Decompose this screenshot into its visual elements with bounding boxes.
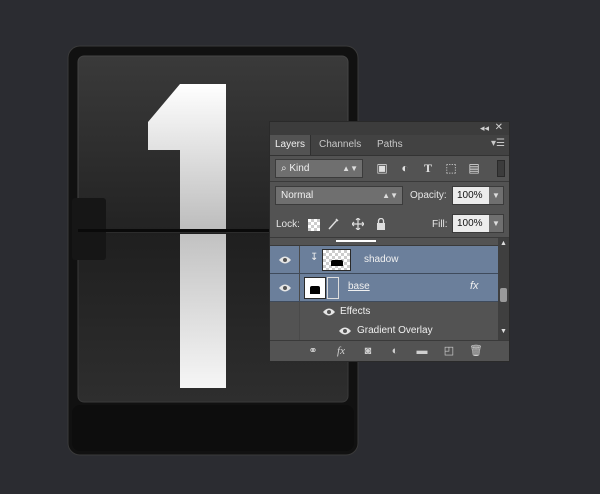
- panel-tabs: Layers Channels Paths ▾☰: [270, 135, 509, 156]
- layers-panel: ◂◂ ✕ Layers Channels Paths ▾☰ ⌕ Kind ▲▼ …: [269, 121, 510, 362]
- layers-scrollbar[interactable]: ▲ ▼: [498, 238, 509, 340]
- image-filter-icon[interactable]: ▣: [374, 160, 390, 176]
- link-layers-icon[interactable]: ⚭: [306, 344, 320, 358]
- divider: [270, 181, 509, 182]
- blend-mode-select[interactable]: Normal ▲▼: [275, 186, 403, 205]
- scroll-down-icon[interactable]: ▼: [500, 328, 507, 335]
- effects-row[interactable]: Effects: [270, 302, 498, 321]
- layer-row-partial[interactable]: [270, 238, 498, 246]
- effect-row-gradient-overlay[interactable]: Gradient Overlay: [270, 321, 498, 340]
- smart-object-filter-icon[interactable]: ▤: [466, 160, 482, 176]
- layers-list: ↧ shadow base fx Effects Gradient Overla…: [270, 238, 498, 340]
- eye-icon[interactable]: [322, 307, 336, 317]
- fill-input[interactable]: 100% ▼: [452, 214, 504, 233]
- visibility-toggle[interactable]: [270, 274, 300, 301]
- effect-gradient-overlay-label: Gradient Overlay: [357, 325, 433, 336]
- fill-value: 100%: [457, 218, 483, 229]
- scroll-up-icon[interactable]: ▲: [500, 240, 507, 247]
- trash-icon[interactable]: 🗑: [469, 344, 483, 358]
- layer-thumbnail[interactable]: [304, 277, 326, 299]
- eye-icon[interactable]: [278, 283, 292, 293]
- adjustment-layer-icon[interactable]: ◐: [388, 344, 402, 358]
- close-icon[interactable]: ✕: [495, 122, 503, 133]
- layer-row-shadow[interactable]: ↧ shadow: [270, 246, 498, 274]
- opacity-label: Opacity:: [410, 190, 447, 201]
- fill-label: Fill:: [432, 219, 448, 230]
- chevron-updown-icon: ▲▼: [382, 191, 398, 200]
- lock-image-icon[interactable]: [327, 218, 339, 230]
- chevron-updown-icon: ▲▼: [342, 164, 358, 173]
- thumbnail-shape: [310, 286, 320, 294]
- digit-bottom-half: [180, 234, 226, 388]
- filter-kind-select[interactable]: ⌕ Kind ▲▼: [275, 159, 363, 178]
- type-filter-icon[interactable]: T: [420, 160, 436, 176]
- panel-menu-icon[interactable]: ▾☰: [491, 138, 505, 149]
- layer-row-base[interactable]: base fx: [270, 274, 498, 302]
- vector-mask-thumbnail[interactable]: [327, 277, 339, 299]
- fx-icon[interactable]: fx: [334, 344, 348, 358]
- lock-all-icon[interactable]: [375, 218, 387, 230]
- eye-icon[interactable]: [338, 326, 352, 336]
- scrollbar-thumb[interactable]: [500, 288, 507, 302]
- eye-icon[interactable]: [278, 255, 292, 265]
- filter-kind-label: Kind: [289, 163, 310, 174]
- lock-transparent-icon[interactable]: [308, 219, 320, 231]
- new-layer-icon[interactable]: ◰: [442, 344, 456, 358]
- tab-paths[interactable]: Paths: [372, 135, 408, 155]
- blend-mode-value: Normal: [281, 190, 314, 201]
- lock-label: Lock:: [276, 219, 300, 230]
- layer-name-base[interactable]: base: [348, 281, 370, 292]
- chevron-down-icon[interactable]: ▼: [489, 215, 503, 232]
- tab-layers[interactable]: Layers: [270, 135, 312, 155]
- effects-label: Effects: [340, 306, 371, 317]
- layer-thumbnail-partial: [336, 240, 376, 242]
- lock-position-icon[interactable]: [352, 218, 364, 230]
- double-chevron-right-icon[interactable]: ◂◂: [480, 123, 489, 134]
- opacity-value: 100%: [457, 190, 483, 201]
- clipping-arrow-icon: ↧: [310, 252, 319, 263]
- filter-toggle-switch[interactable]: [497, 160, 505, 177]
- panel-bottom-toolbar: ⚭ fx ◙ ◐ ▬ ◰ 🗑: [270, 340, 509, 361]
- shape-filter-icon[interactable]: ⬚: [443, 160, 459, 176]
- layer-thumbnail[interactable]: [322, 249, 351, 271]
- add-mask-icon[interactable]: ◙: [361, 344, 375, 358]
- new-group-icon[interactable]: ▬: [415, 344, 429, 358]
- layer-name-shadow[interactable]: shadow: [364, 254, 398, 265]
- thumbnail-shape: [331, 260, 343, 266]
- adjustment-filter-icon[interactable]: ◐: [397, 160, 413, 176]
- opacity-input[interactable]: 100% ▼: [452, 186, 504, 205]
- chevron-down-icon[interactable]: ▼: [489, 187, 503, 204]
- search-icon: ⌕: [281, 163, 287, 174]
- visibility-toggle[interactable]: [270, 246, 300, 273]
- counter-base: [72, 405, 354, 451]
- panel-title-bar: ◂◂ ✕: [270, 122, 509, 135]
- effects-visibility-column: [270, 302, 300, 321]
- fx-badge[interactable]: fx: [470, 280, 479, 292]
- tab-channels[interactable]: Channels: [314, 135, 366, 155]
- effects-visibility-column: [270, 321, 300, 340]
